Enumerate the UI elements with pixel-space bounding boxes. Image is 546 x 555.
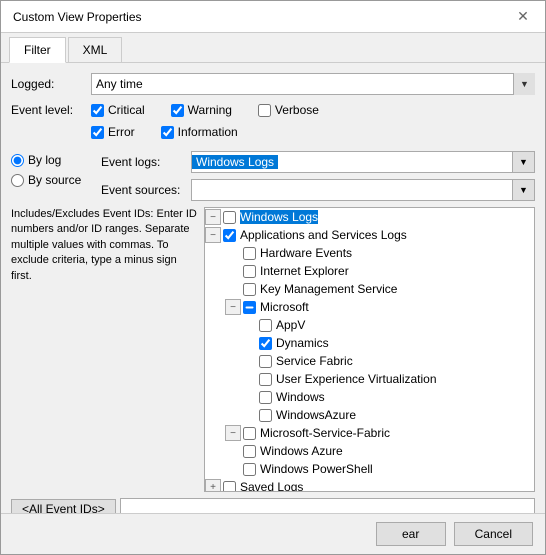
checkbox-warning[interactable]: Warning	[171, 103, 232, 117]
event-logs-label: Event logs:	[101, 155, 191, 169]
checkbox-information[interactable]: Information	[161, 125, 238, 139]
tree-label: Windows PowerShell	[260, 462, 373, 476]
tree-item[interactable]: Service Fabric	[205, 352, 534, 370]
log-source-section: By log By source Event logs: Windows Log…	[11, 151, 535, 201]
tree-label: Microsoft-Service-Fabric	[260, 426, 390, 440]
close-button[interactable]: ✕	[513, 7, 533, 27]
event-sources-arrow[interactable]: ▼	[512, 180, 534, 200]
tab-xml[interactable]: XML	[68, 37, 123, 62]
tree-item[interactable]: User Experience Virtualization	[205, 370, 534, 388]
event-logs-row: Event logs: Windows Logs ▼	[101, 151, 535, 173]
tree-label: Dynamics	[276, 336, 329, 350]
all-event-ids-button[interactable]: <All Event IDs>	[11, 499, 116, 513]
tree-checkbox[interactable]	[259, 319, 272, 332]
tree-checkbox[interactable]	[243, 463, 256, 476]
event-sources-label: Event sources:	[101, 183, 191, 197]
tree-area: Includes/Excludes Event IDs: Enter ID nu…	[11, 207, 535, 492]
tree-checkbox[interactable]	[223, 229, 236, 242]
tree-item[interactable]: − Microsoft	[205, 298, 534, 316]
checkbox-error[interactable]: Error	[91, 125, 135, 139]
tree-label: Internet Explorer	[260, 264, 349, 278]
radio-by-log[interactable]: By log	[11, 153, 101, 167]
event-level-row: Event level: Critical Warning Verbose	[11, 103, 535, 143]
tree-label: Windows Azure	[260, 444, 343, 458]
tree-label: Service Fabric	[276, 354, 353, 368]
tree-expander[interactable]: −	[225, 299, 241, 315]
radio-group: By log By source	[11, 151, 101, 187]
event-ids-row: <All Event IDs>	[11, 498, 535, 513]
tree-label: Applications and Services Logs	[240, 228, 407, 242]
tree-item[interactable]: Windows PowerShell	[205, 460, 534, 478]
tree-label: WindowsAzure	[276, 408, 356, 422]
event-logs-selected: Windows Logs	[192, 155, 278, 169]
tree-checkbox[interactable]	[223, 211, 236, 224]
event-sources-row: Event sources: ▼	[101, 179, 535, 201]
logged-row: Logged: Any time ▼	[11, 73, 535, 95]
tree-checkbox[interactable]	[259, 355, 272, 368]
log-dropdowns: Event logs: Windows Logs ▼ Event sources…	[101, 151, 535, 201]
tree-checkbox[interactable]	[259, 409, 272, 422]
tree-checkbox[interactable]	[223, 481, 236, 493]
cancel-button[interactable]: Cancel	[454, 522, 533, 546]
tree-item[interactable]: Key Management Service	[205, 280, 534, 298]
tree-checkbox[interactable]	[259, 373, 272, 386]
tree-item[interactable]: Hardware Events	[205, 244, 534, 262]
tree-item[interactable]: + Saved Logs	[205, 478, 534, 492]
tree-expander[interactable]: −	[205, 209, 221, 225]
logged-label: Logged:	[11, 77, 91, 91]
dialog-title: Custom View Properties	[13, 10, 142, 24]
tree-expander[interactable]: +	[205, 479, 221, 492]
tree-item[interactable]: Windows	[205, 388, 534, 406]
dialog: Custom View Properties ✕ Filter XML Logg…	[0, 0, 546, 555]
event-level-label: Event level:	[11, 103, 91, 117]
checkbox-verbose[interactable]: Verbose	[258, 103, 319, 117]
tree-expander[interactable]: −	[225, 425, 241, 441]
tree-expander[interactable]: −	[205, 227, 221, 243]
tree-checkbox[interactable]	[243, 247, 256, 260]
tree-item[interactable]: Dynamics	[205, 334, 534, 352]
logged-select[interactable]: Any time	[91, 73, 535, 95]
tree-label: Microsoft	[260, 300, 309, 314]
tree-item[interactable]: AppV	[205, 316, 534, 334]
tree-list: − Windows Logs − Applications and Services …	[205, 208, 534, 492]
footer: ear Cancel	[1, 513, 545, 554]
tree-item[interactable]: Windows Azure	[205, 442, 534, 460]
tree-checkbox[interactable]	[243, 445, 256, 458]
tab-bar: Filter XML	[1, 33, 545, 63]
event-sources-dropdown[interactable]: ▼	[191, 179, 535, 201]
tree-item[interactable]: − Windows Logs	[205, 208, 534, 226]
tree-checkbox[interactable]	[243, 427, 256, 440]
tree-checkbox[interactable]	[243, 265, 256, 278]
tree-item[interactable]: Internet Explorer	[205, 262, 534, 280]
tree-checkbox[interactable]	[243, 283, 256, 296]
includes-text: Includes/Excludes Event IDs: Enter ID nu…	[11, 207, 204, 492]
radio-by-source[interactable]: By source	[11, 173, 101, 187]
event-ids-input[interactable]	[120, 498, 535, 513]
tree-item[interactable]: − Microsoft-Service-Fabric	[205, 424, 534, 442]
checkbox-critical[interactable]: Critical	[91, 103, 145, 117]
clear-button[interactable]: ear	[376, 522, 446, 546]
tree-container: Includes/Excludes Event IDs: Enter ID nu…	[11, 207, 535, 492]
tree-panel[interactable]: − Windows Logs − Applications and Services …	[204, 207, 535, 492]
tree-label: User Experience Virtualization	[276, 372, 437, 386]
event-logs-arrow[interactable]: ▼	[512, 152, 534, 172]
tree-label: Key Management Service	[260, 282, 397, 296]
tree-label: Windows	[276, 390, 325, 404]
tree-item[interactable]: − Applications and Services Logs	[205, 226, 534, 244]
tree-label: Saved Logs	[240, 480, 303, 492]
tree-panel-wrapper: Includes/Excludes Event IDs: Enter ID nu…	[11, 207, 535, 492]
title-bar: Custom View Properties ✕	[1, 1, 545, 33]
tree-item[interactable]: WindowsAzure	[205, 406, 534, 424]
tree-label: AppV	[276, 318, 305, 332]
tree-checkbox[interactable]	[259, 391, 272, 404]
tab-filter[interactable]: Filter	[9, 37, 66, 63]
event-logs-dropdown[interactable]: Windows Logs ▼	[191, 151, 535, 173]
tree-checkbox[interactable]	[259, 337, 272, 350]
tree-label: Windows Logs	[240, 210, 318, 224]
tree-label: Hardware Events	[260, 246, 352, 260]
tree-checkbox[interactable]	[243, 301, 256, 314]
